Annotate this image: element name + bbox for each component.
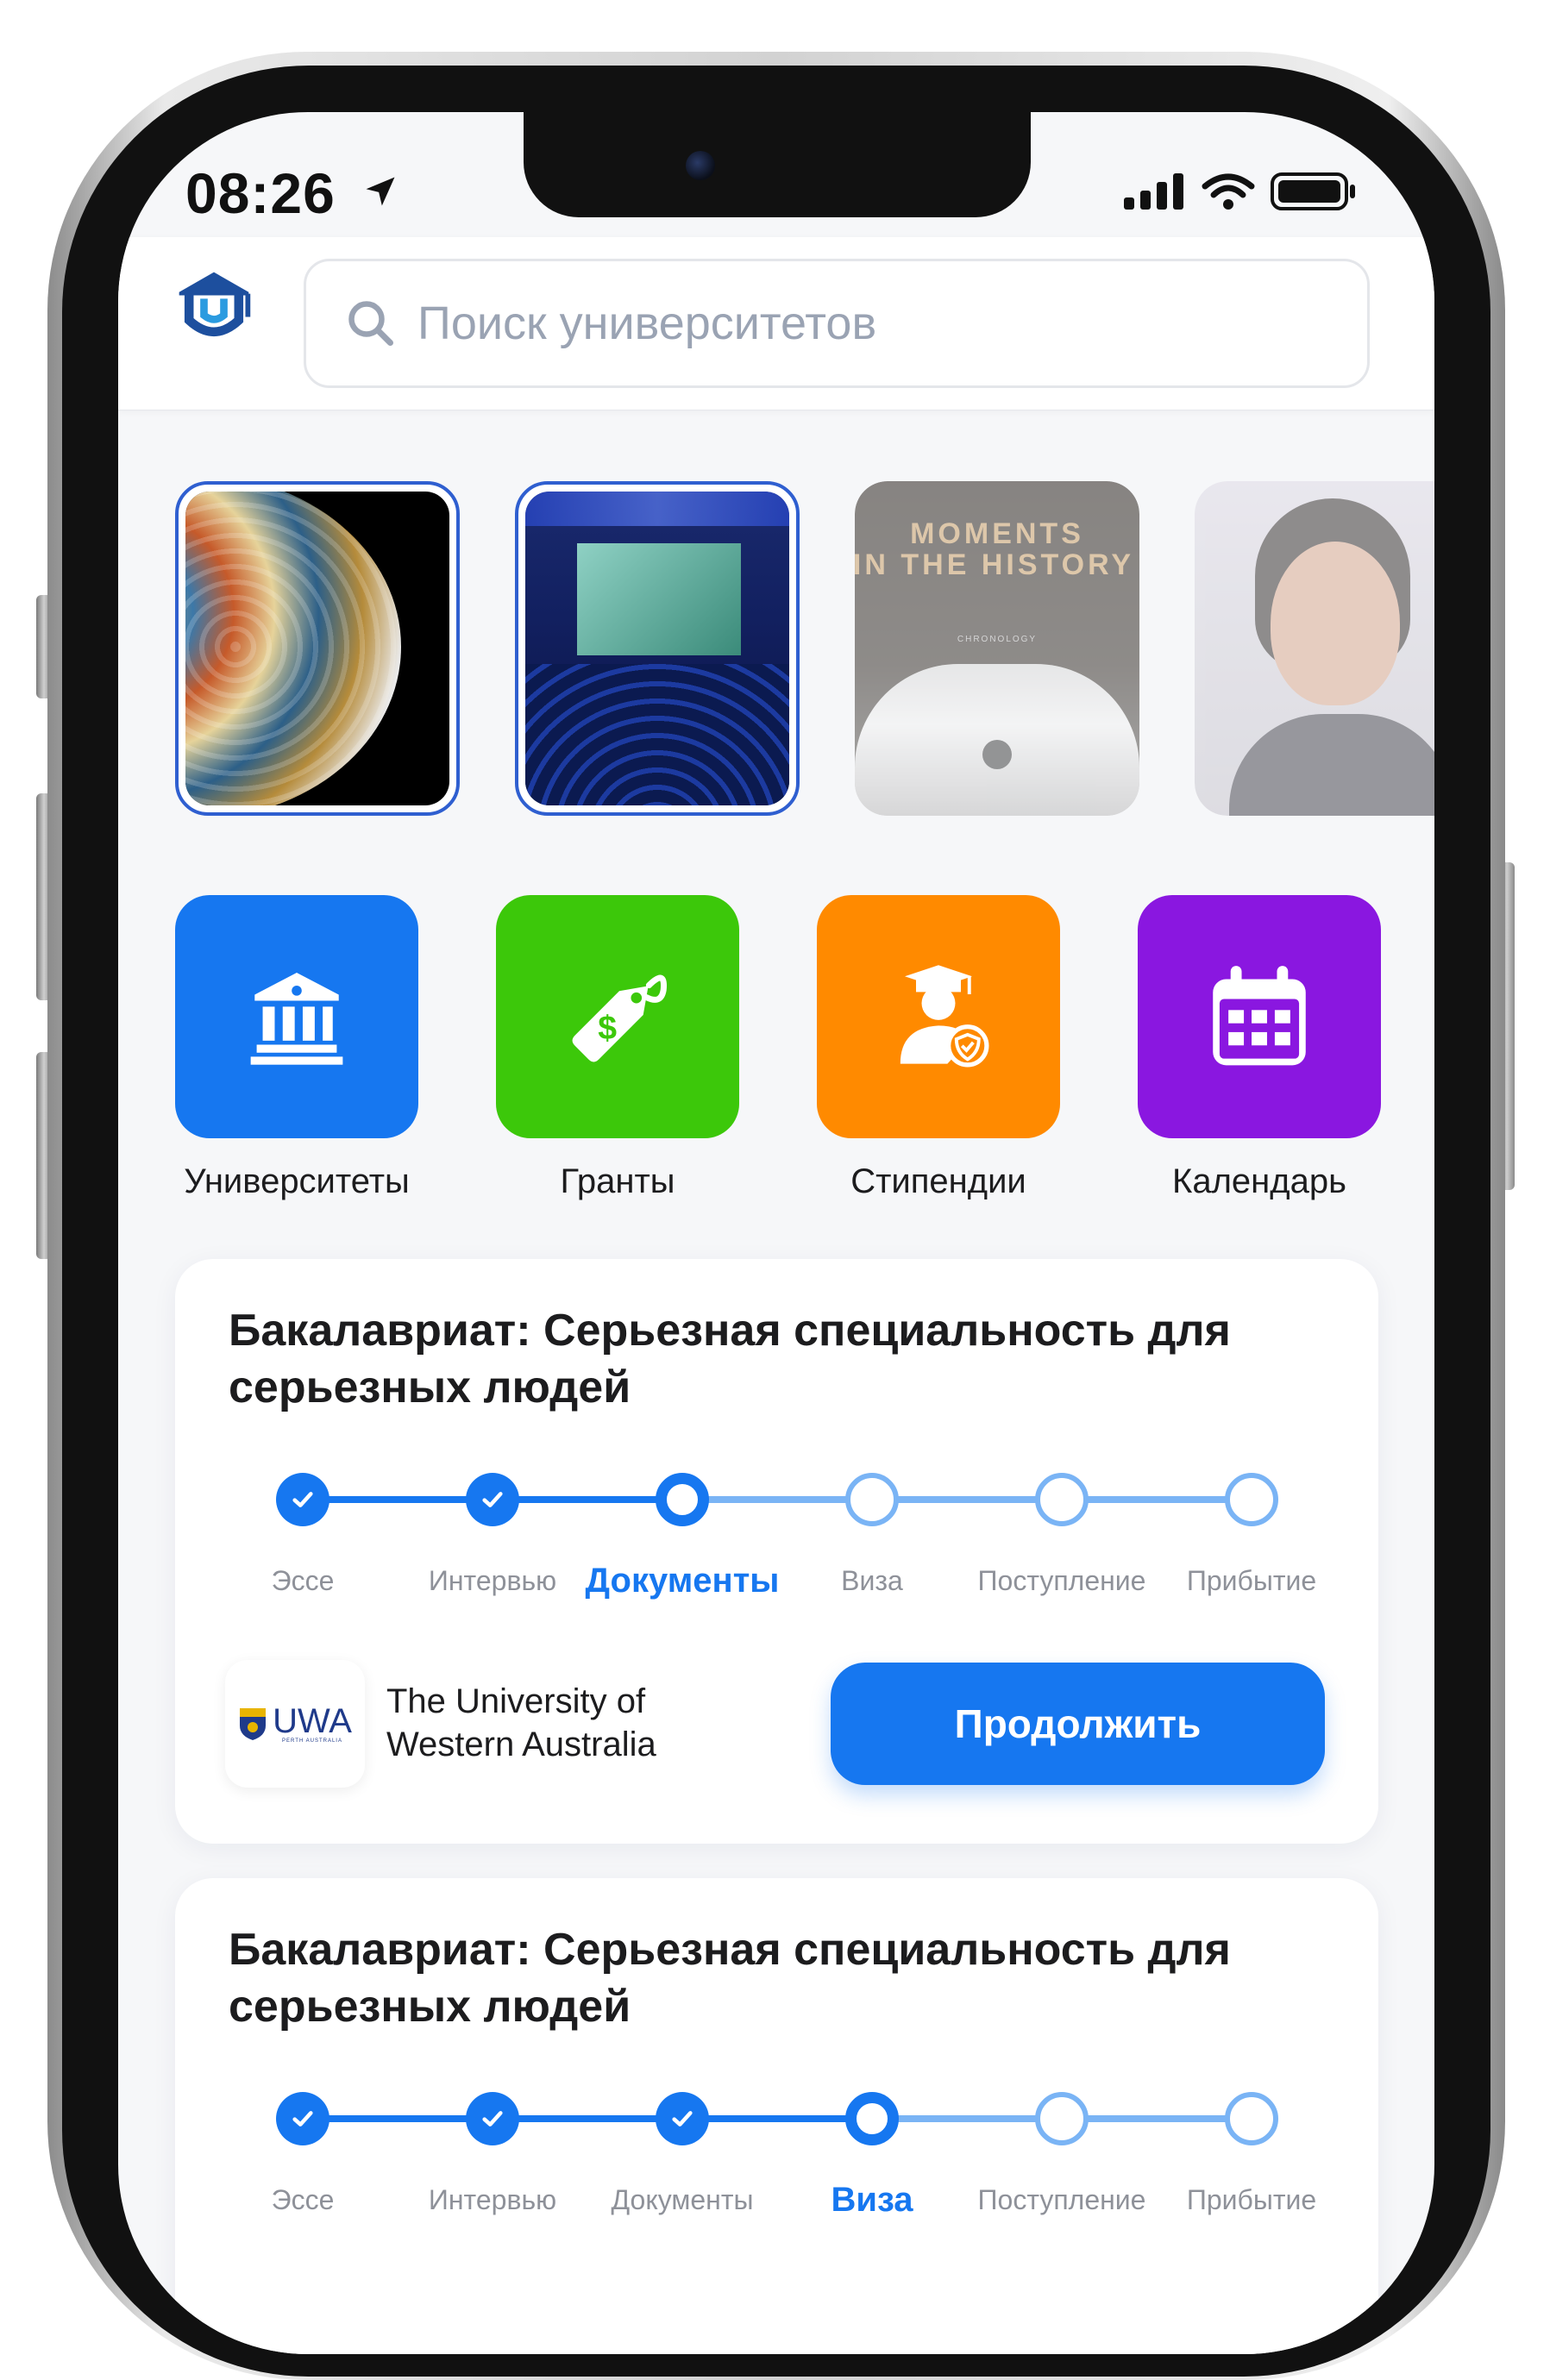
step-node-visa[interactable] (845, 2092, 899, 2145)
university-name: The University of Western Australia (386, 1682, 656, 1763)
story-portrait[interactable] (1195, 481, 1434, 816)
location-arrow-icon (366, 177, 395, 206)
step-label-admission: Поступление (977, 2184, 1146, 2215)
notch (524, 112, 1031, 217)
step-node-documents[interactable] (656, 2092, 709, 2145)
calendar-icon (1213, 966, 1306, 1066)
step-node-arrival[interactable] (1225, 2092, 1278, 2145)
search-placeholder: Поиск университетов (417, 298, 877, 349)
uwa-crest-icon (240, 1708, 267, 1740)
category-universities[interactable]: Университеты (175, 895, 418, 1201)
step-node-essay[interactable] (276, 2092, 329, 2145)
uwa-logo-text: UWA (273, 1702, 352, 1740)
graduate-shield-icon (900, 965, 989, 1068)
progress-done (303, 2115, 872, 2122)
category-grants[interactable]: $ Гранты (496, 895, 739, 1201)
check-icon (482, 2111, 503, 2126)
category-universities-label: Университеты (184, 1162, 410, 1200)
category-calendar-tile[interactable] (1138, 895, 1381, 1138)
story-conference[interactable] (515, 481, 800, 816)
step-label-interview: Интервью (428, 2184, 557, 2215)
step-label-essay: Эссе (271, 2184, 335, 2215)
step-label-documents: Документы (611, 2184, 754, 2215)
step-label-documents: Документы (585, 1562, 780, 1600)
step-node-interview[interactable] (466, 1473, 519, 1526)
check-icon (672, 2111, 693, 2126)
application-card[interactable]: Бакалавриат: Серьезная специальность для… (175, 1878, 1378, 2354)
story-planet-image (185, 492, 449, 805)
category-scholarships-label: Стипендии (850, 1162, 1026, 1200)
step-node-interview[interactable] (466, 2092, 519, 2145)
stories-row: MOMENTS IN THE HISTORY CHRONOLOGY (175, 481, 1434, 817)
story-portrait-image (1195, 481, 1434, 816)
step-label-visa: Виза (831, 2181, 913, 2219)
continue-button[interactable]: Продолжить (831, 1663, 1325, 1785)
svg-text:$: $ (598, 1010, 617, 1047)
search-icon (348, 301, 393, 346)
step-label-arrival: Прибытие (1186, 1565, 1317, 1596)
app-logo-icon[interactable] (173, 266, 255, 348)
university-logo: UWA PERTH AUSTRALIA (225, 1660, 365, 1788)
story-moments-image: MOMENTS IN THE HISTORY CHRONOLOGY (855, 481, 1139, 816)
progress-track: Эссе Интервью Документы Виза Поступление… (272, 2092, 1316, 2219)
category-calendar-label: Календарь (1172, 1162, 1346, 1200)
category-scholarships-tile[interactable] (817, 895, 1060, 1138)
screen: 08:26 Поиск университетов MOMENTS IN THE… (118, 112, 1434, 2354)
check-icon (292, 1492, 313, 1507)
status-indicators (1124, 172, 1357, 210)
category-grants-tile[interactable]: $ (496, 895, 739, 1138)
app-header: Поиск университетов (118, 237, 1434, 410)
wifi-icon (1202, 173, 1255, 210)
bank-icon (250, 972, 343, 1065)
step-node-admission[interactable] (1035, 2092, 1089, 2145)
card-title: Бакалавриат: Серьезная специальность для… (229, 1306, 1231, 1412)
card-title: Бакалавриат: Серьезная специальность для… (229, 1925, 1231, 2032)
step-node-arrival[interactable] (1225, 1473, 1278, 1526)
front-camera (686, 151, 715, 180)
story-moments-line2: IN THE HISTORY (855, 548, 1135, 581)
step-label-essay: Эссе (271, 1565, 335, 1596)
category-grants-label: Гранты (560, 1162, 675, 1200)
application-card[interactable]: Бакалавриат: Серьезная специальность для… (175, 1259, 1378, 1844)
search-bar[interactable]: Поиск университетов (304, 259, 1370, 388)
story-moments[interactable]: MOMENTS IN THE HISTORY CHRONOLOGY (855, 481, 1139, 816)
signal-icon (1124, 173, 1183, 210)
step-node-admission[interactable] (1035, 1473, 1089, 1526)
category-scholarships[interactable]: Стипендии (817, 895, 1060, 1201)
category-universities-tile[interactable] (175, 895, 418, 1138)
step-node-documents[interactable] (656, 1473, 709, 1526)
story-moments-line1: MOMENTS (910, 517, 1084, 550)
category-calendar[interactable]: Календарь (1138, 895, 1381, 1201)
progress-todo (682, 1496, 1252, 1503)
step-label-admission: Поступление (977, 1565, 1146, 1596)
step-label-interview: Интервью (428, 1565, 557, 1596)
step-node-essay[interactable] (276, 1473, 329, 1526)
battery-icon (1271, 172, 1355, 210)
uwa-logo-subtext: PERTH AUSTRALIA (282, 1738, 342, 1744)
status-time: 08:26 (185, 161, 336, 225)
step-label-arrival: Прибытие (1186, 2184, 1317, 2215)
story-conference-image (525, 492, 789, 805)
story-planet[interactable] (175, 481, 460, 816)
step-label-visa: Виза (841, 1565, 903, 1596)
check-icon (292, 2111, 313, 2126)
step-node-visa[interactable] (845, 1473, 899, 1526)
dollar-tag-icon: $ (572, 974, 668, 1062)
progress-track: Эссе Интервью Документы Виза Поступление… (272, 1473, 1316, 1600)
story-moments-tag: CHRONOLOGY (957, 635, 1038, 644)
check-icon (482, 1492, 503, 1507)
